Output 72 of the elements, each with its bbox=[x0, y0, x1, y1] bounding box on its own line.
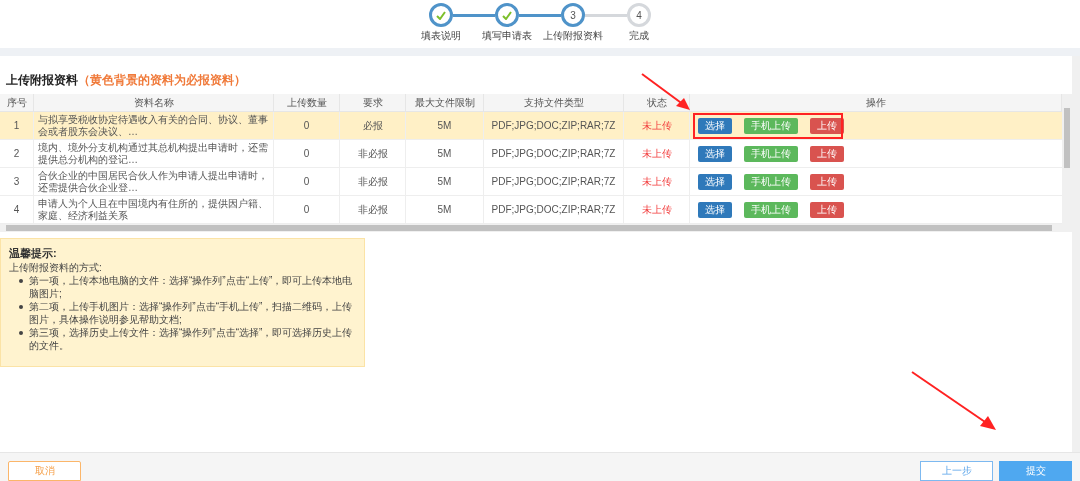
column-header: 上传数量 bbox=[274, 94, 340, 112]
upload-button[interactable]: 上传 bbox=[810, 145, 844, 162]
table-cell: 申请人为个人且在中国境内有住所的，提供因户籍、家庭、经济利益关系 bbox=[38, 197, 269, 222]
bullet-icon bbox=[19, 305, 23, 309]
step-number: 4 bbox=[627, 3, 651, 27]
tip-item: 第一项，上传本地电脑的文件：选择“操作列”点击“上传”，即可上传本地电脑图片; bbox=[29, 274, 354, 300]
table-cell: 0 bbox=[274, 196, 340, 224]
table-cell: 境内、境外分支机构通过其总机构提出申请时，还需提供总分机构的登记… bbox=[38, 141, 269, 166]
table-cell: 0 bbox=[274, 140, 340, 168]
horizontal-scrollbar[interactable] bbox=[0, 224, 1072, 232]
tip-item: 第二项，上传手机图片：选择“操作列”点击“手机上传”，扫描二维码，上传图片，具体操作说明参见帮助文档; bbox=[29, 300, 354, 326]
cancel-button[interactable]: 取消 bbox=[8, 461, 81, 481]
select-button[interactable]: 选择 bbox=[698, 117, 732, 134]
table-cell: 1 bbox=[0, 112, 34, 140]
table-cell: 非必报 bbox=[340, 168, 406, 196]
table-cell: 非必报 bbox=[340, 140, 406, 168]
section-title: 上传附报资料 bbox=[6, 72, 78, 89]
step-label: 上传附报资料 bbox=[543, 29, 603, 43]
step-number: 3 bbox=[561, 3, 585, 27]
table-cell: PDF;JPG;DOC;ZIP;RAR;7Z bbox=[484, 112, 624, 140]
section-note: （黄色背景的资料为必报资料） bbox=[78, 72, 246, 89]
mobile-button[interactable]: 手机上传 bbox=[744, 201, 798, 218]
column-header: 资料名称 bbox=[34, 94, 274, 112]
select-button[interactable]: 选择 bbox=[698, 145, 732, 162]
table-cell: 4 bbox=[0, 196, 34, 224]
status-text: 未上传 bbox=[641, 118, 672, 133]
mobile-button[interactable]: 手机上传 bbox=[744, 173, 798, 190]
upload-button[interactable]: 上传 bbox=[810, 173, 844, 190]
column-header: 操作 bbox=[690, 94, 1062, 112]
step-label: 填表说明 bbox=[421, 29, 461, 43]
table-cell: 非必报 bbox=[340, 196, 406, 224]
upload-button[interactable]: 上传 bbox=[810, 117, 844, 134]
status-text: 未上传 bbox=[641, 174, 672, 189]
submit-button[interactable]: 提交 bbox=[999, 461, 1072, 481]
bullet-icon bbox=[19, 331, 23, 335]
select-button[interactable]: 选择 bbox=[698, 173, 732, 190]
arrow-drawing bbox=[640, 72, 692, 112]
status-text: 未上传 bbox=[641, 146, 672, 161]
table-cell: 0 bbox=[274, 112, 340, 140]
table-cell: 合伙企业的中国居民合伙人作为申请人提出申请时，还需提供合伙企业登… bbox=[38, 169, 269, 194]
upload-button[interactable]: 上传 bbox=[810, 201, 844, 218]
table-cell: 5M bbox=[406, 196, 484, 224]
mobile-button[interactable]: 手机上传 bbox=[744, 145, 798, 162]
table-cell: PDF;JPG;DOC;ZIP;RAR;7Z bbox=[484, 196, 624, 224]
tips-title: 温馨提示: bbox=[9, 246, 58, 261]
bullet-icon bbox=[19, 279, 23, 283]
tips-intro: 上传附报资料的方式: bbox=[9, 261, 103, 274]
table-cell: PDF;JPG;DOC;ZIP;RAR;7Z bbox=[484, 140, 624, 168]
previous-button[interactable]: 上一步 bbox=[920, 461, 993, 481]
column-header: 要求 bbox=[340, 94, 406, 112]
select-button[interactable]: 选择 bbox=[698, 201, 732, 218]
table-cell: 5M bbox=[406, 140, 484, 168]
tip-item: 第三项，选择历史上传文件：选择“操作列”点击“选择”，即可选择历史上传的文件。 bbox=[29, 326, 354, 352]
column-header: 序号 bbox=[0, 94, 34, 112]
mobile-button[interactable]: 手机上传 bbox=[744, 117, 798, 134]
table-cell: 0 bbox=[274, 168, 340, 196]
table-cell: 3 bbox=[0, 168, 34, 196]
check-icon bbox=[502, 10, 512, 20]
table-cell: 2 bbox=[0, 140, 34, 168]
column-header: 支持文件类型 bbox=[484, 94, 624, 112]
table-cell: PDF;JPG;DOC;ZIP;RAR;7Z bbox=[484, 168, 624, 196]
table-cell: 必报 bbox=[340, 112, 406, 140]
table-cell: 5M bbox=[406, 168, 484, 196]
step-label: 填写申请表 bbox=[482, 29, 532, 43]
table-cell: 5M bbox=[406, 112, 484, 140]
column-header: 最大文件限制 bbox=[406, 94, 484, 112]
check-icon bbox=[436, 10, 446, 20]
page-scrollbar[interactable] bbox=[1072, 56, 1080, 452]
table-cell: 与拟享受税收协定待遇收入有关的合同、协议、董事会或者股东会决议、… bbox=[38, 113, 269, 138]
column-header: 状态 bbox=[624, 94, 690, 112]
status-text: 未上传 bbox=[641, 202, 672, 217]
step-label: 完成 bbox=[629, 29, 649, 43]
